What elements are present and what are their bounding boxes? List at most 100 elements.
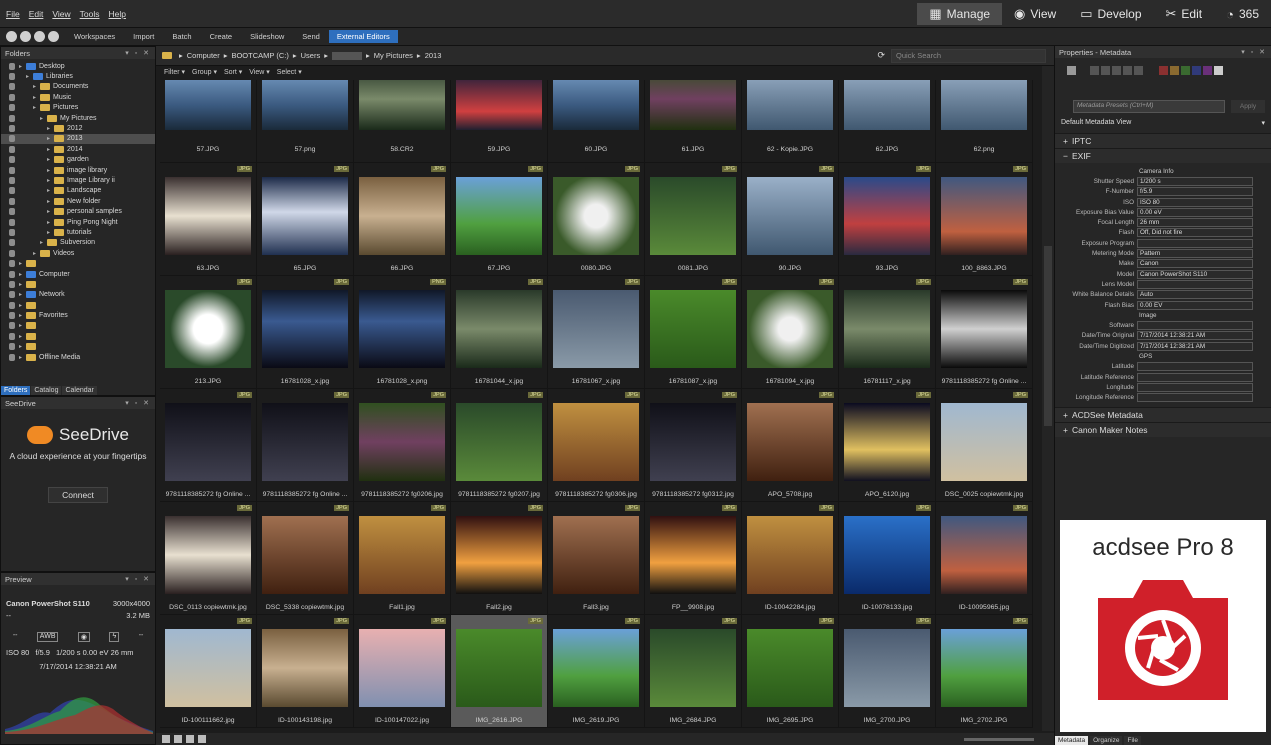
color-label[interactable] <box>1170 66 1179 75</box>
expand-arrow-icon[interactable]: ▸ <box>47 125 54 132</box>
pin-icon[interactable] <box>9 166 15 174</box>
thumbnail-item[interactable]: JPG ID-100111662.jpg <box>160 615 257 728</box>
pin-icon[interactable] <box>9 343 15 351</box>
folder-node[interactable]: ▸ Desktop <box>1 61 155 71</box>
expand-arrow-icon[interactable]: ▸ <box>47 135 54 142</box>
pin-icon[interactable] <box>9 280 15 288</box>
refresh-icon[interactable]: ⟳ <box>877 50 885 61</box>
toolbar-batch[interactable]: Batch <box>163 32 200 41</box>
tag-checkbox[interactable] <box>1067 66 1076 75</box>
filter-view-menu[interactable]: View ▾ <box>249 68 270 76</box>
folder-node[interactable]: ▸ Libraries <box>1 71 155 81</box>
panel-controls[interactable]: ▾ ▫ ✕ <box>125 399 151 407</box>
expand-arrow-icon[interactable]: ▸ <box>19 333 26 340</box>
folder-node[interactable]: ▸ Computer <box>1 269 155 279</box>
thumbnail-item[interactable]: JPG IMG_2695.JPG <box>742 615 839 728</box>
thumbnail-item[interactable]: 62 - Kopie.JPG <box>742 80 839 163</box>
thumbnail-item[interactable]: 58.CR2 <box>354 80 451 163</box>
expand-arrow-icon[interactable]: ▸ <box>47 208 54 215</box>
back-icon[interactable] <box>20 31 31 42</box>
forward-icon[interactable] <box>34 31 45 42</box>
field-value-input[interactable]: Canon <box>1137 259 1253 269</box>
breadcrumb-item[interactable]: 2013 <box>425 51 442 60</box>
thumbnail-item[interactable]: JPG Fall3.jpg <box>548 502 645 615</box>
thumbnail-item[interactable]: JPG 63.JPG <box>160 163 257 276</box>
mode-view[interactable]: ◉ View <box>1002 3 1068 25</box>
pin-icon[interactable] <box>9 104 15 112</box>
up-icon[interactable] <box>48 31 59 42</box>
thumbnail-item[interactable]: JPG DSC_0025 copiewtmk.jpg <box>936 389 1033 502</box>
folder-node[interactable]: ▸ My Pictures <box>1 113 155 123</box>
pin-icon[interactable] <box>9 62 15 70</box>
folder-node[interactable]: ▸ <box>1 331 155 341</box>
pin-icon[interactable] <box>9 197 15 205</box>
tab-organize[interactable]: Organize <box>1090 736 1123 745</box>
pin-icon[interactable] <box>9 73 15 81</box>
folder-node[interactable]: ▸ Videos <box>1 248 155 258</box>
thumbnail-item[interactable]: JPG IMG_2700.JPG <box>839 615 936 728</box>
tab-calendar[interactable]: Calendar <box>62 386 97 395</box>
metadata-view-select[interactable]: Default Metadata View ▾ <box>1055 119 1271 127</box>
color-label[interactable] <box>1203 66 1212 75</box>
folder-node[interactable]: ▸ <box>1 300 155 310</box>
expand-arrow-icon[interactable]: ▸ <box>19 260 26 267</box>
folder-node[interactable]: ▸ <box>1 321 155 331</box>
pin-icon[interactable] <box>9 208 15 216</box>
expand-arrow-icon[interactable]: ▸ <box>33 83 40 90</box>
menu-item-view[interactable]: View <box>52 9 70 19</box>
thumbnail-item[interactable]: 57.png <box>257 80 354 163</box>
folder-node[interactable]: ▸ image library <box>1 165 155 175</box>
folder-node[interactable]: ▸ Pictures <box>1 103 155 113</box>
thumbnail-item[interactable]: JPG 65.JPG <box>257 163 354 276</box>
pin-icon[interactable] <box>9 239 15 247</box>
thumbnail-item[interactable]: JPG 9781118385272 fg0306.jpg <box>548 389 645 502</box>
thumbnail-item[interactable]: JPG IMG_2702.JPG <box>936 615 1033 728</box>
breadcrumb-item[interactable]: Computer <box>187 51 220 60</box>
expand-arrow-icon[interactable]: ▸ <box>40 239 47 246</box>
expand-arrow-icon[interactable]: ▸ <box>19 271 26 278</box>
mode-edit[interactable]: ✂ Edit <box>1154 3 1215 25</box>
expand-arrow-icon[interactable]: ▸ <box>33 250 40 257</box>
filter-sort-menu[interactable]: Sort ▾ <box>224 68 242 76</box>
field-value-input[interactable]: 1/200 s <box>1137 176 1253 186</box>
toolbar-workspaces[interactable]: Workspaces <box>65 32 124 41</box>
thumbnail-item[interactable]: 60.JPG <box>548 80 645 163</box>
pin-icon[interactable] <box>9 301 15 309</box>
folder-node[interactable]: ▸ <box>1 342 155 352</box>
expand-arrow-icon[interactable]: ▸ <box>19 322 26 329</box>
thumbnail-item[interactable]: JPG ID-10095965.jpg <box>936 502 1033 615</box>
thumbnail-item[interactable]: JPG 16781044_x.jpg <box>451 276 548 389</box>
thumbnail-item[interactable]: JPG 90.JPG <box>742 163 839 276</box>
pin-icon[interactable] <box>9 228 15 236</box>
expand-arrow-icon[interactable]: ▸ <box>47 156 54 163</box>
section-iptc[interactable]: + IPTC <box>1055 133 1271 148</box>
pin-icon[interactable] <box>9 291 15 299</box>
color-label[interactable] <box>1192 66 1201 75</box>
expand-arrow-icon[interactable]: ▸ <box>19 302 26 309</box>
thumbnail-item[interactable]: JPG 100_8863.JPG <box>936 163 1033 276</box>
folder-node[interactable]: ▸ garden <box>1 155 155 165</box>
thumbnail-item[interactable]: JPG 93.JPG <box>839 163 936 276</box>
field-value-input[interactable] <box>1137 321 1253 331</box>
expand-arrow-icon[interactable]: ▸ <box>47 146 54 153</box>
view-icon[interactable] <box>162 735 170 743</box>
thumbnail-item[interactable]: 57.JPG <box>160 80 257 163</box>
pin-icon[interactable] <box>9 93 15 101</box>
expand-arrow-icon[interactable]: ▸ <box>47 167 54 174</box>
section-exif[interactable]: − EXIF <box>1055 148 1271 163</box>
thumbnail-item[interactable]: JPG 213.JPG <box>160 276 257 389</box>
tab-file[interactable]: File <box>1124 736 1141 745</box>
thumbnail-item[interactable]: JPG 0080.JPG <box>548 163 645 276</box>
thumbnail-item[interactable]: JPG DSC_0113 copiewtmk.jpg <box>160 502 257 615</box>
folder-node[interactable]: ▸ tutorials <box>1 227 155 237</box>
field-value-input[interactable]: Off, Did not fire <box>1137 228 1253 238</box>
pin-icon[interactable] <box>9 187 15 195</box>
thumbnail-item[interactable]: JPG 16781028_x.jpg <box>257 276 354 389</box>
expand-arrow-icon[interactable]: ▸ <box>19 291 26 298</box>
rating-star[interactable] <box>1101 66 1110 75</box>
breadcrumb-item[interactable]: BOOTCAMP (C:) <box>231 51 288 60</box>
quick-search-input[interactable]: Quick Search <box>891 48 1046 63</box>
folder-node[interactable]: ▸ personal samples <box>1 206 155 216</box>
mode-365[interactable]: ◔ 365 <box>1214 3 1271 25</box>
pin-icon[interactable] <box>9 312 15 320</box>
